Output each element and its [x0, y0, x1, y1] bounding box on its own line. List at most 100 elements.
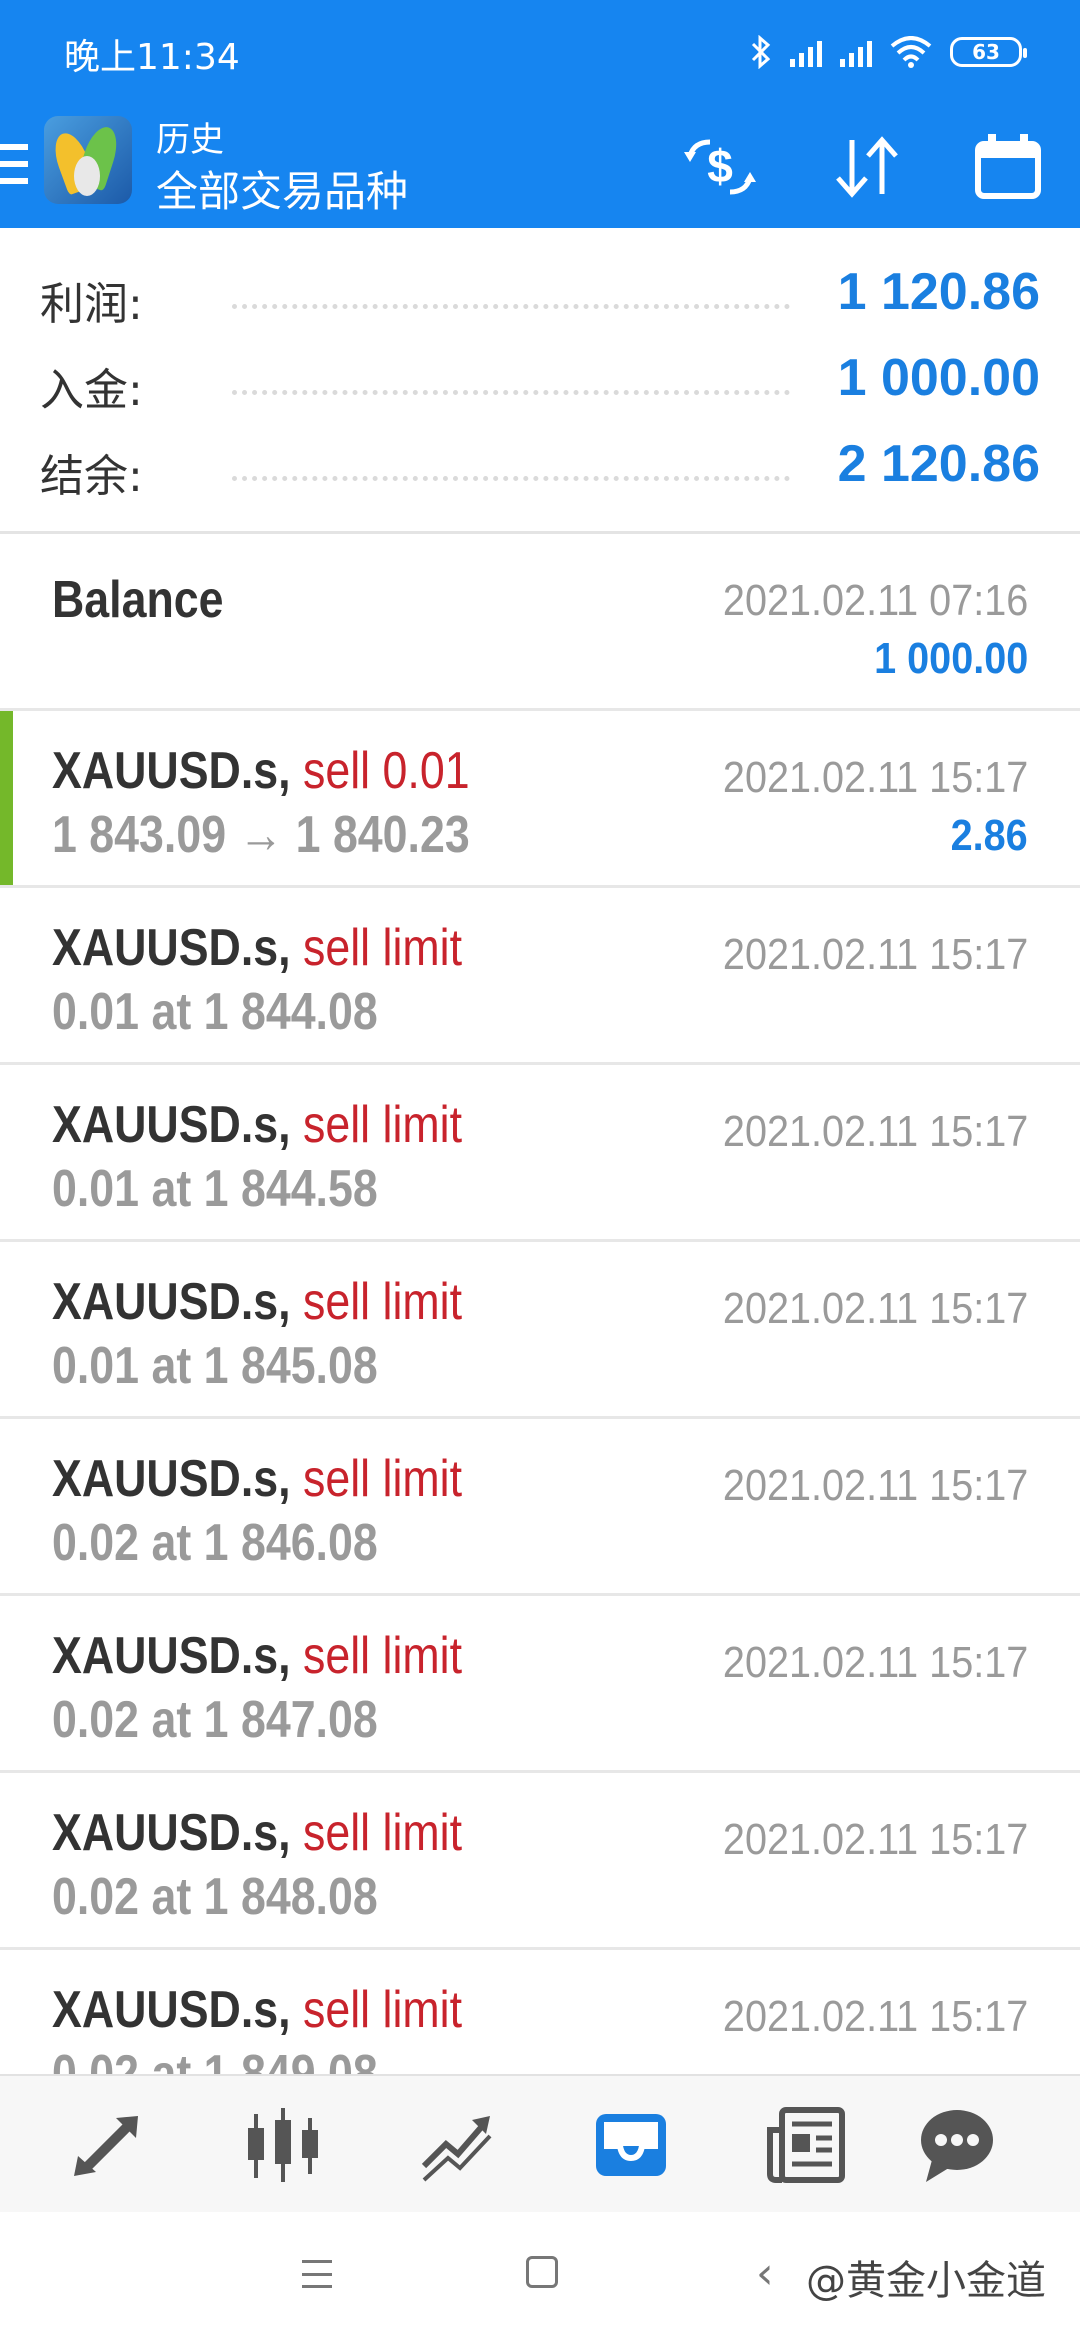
menu-icon[interactable]: [0, 144, 28, 184]
history-summary: 利润: 1 120.86 入金: 1 000.00 结余: 2 120.86: [0, 228, 1080, 534]
deal-date: 2021.02.11 15:17: [722, 1107, 1028, 1156]
dotted-leader: [232, 476, 790, 481]
deal-profit: 2.86: [950, 811, 1028, 860]
home-button[interactable]: [526, 2256, 558, 2288]
status-time: 晚上11:34: [64, 37, 240, 78]
deal-action: sell limit: [302, 919, 463, 977]
deal-detail: 1 843.09 → 1 840.23: [52, 806, 470, 864]
deal-symbol: XAUUSD.s,: [52, 919, 291, 977]
news-icon: [767, 2107, 845, 2183]
bottom-tab-bar: [0, 2074, 1080, 2212]
tab-quotes[interactable]: [64, 2100, 154, 2190]
deal-action: sell limit: [302, 1450, 463, 1508]
deal-title: XAUUSD.s, sell limit: [52, 1272, 462, 1332]
list-item[interactable]: XAUUSD.s, sell limit 0.01 at 1 845.08 20…: [0, 1242, 1080, 1419]
svg-text:$: $: [707, 140, 733, 192]
list-item[interactable]: XAUUSD.s, sell limit 0.02 at 1 848.08 20…: [0, 1773, 1080, 1950]
deal-date: 2021.02.11 15:17: [722, 1284, 1028, 1333]
profit-row: 利润: 1 120.86: [40, 260, 1040, 330]
history-icon: [596, 2114, 666, 2176]
list-item[interactable]: XAUUSD.s, sell limit 0.02 at 1 846.08 20…: [0, 1419, 1080, 1596]
deal-title: XAUUSD.s, sell limit: [52, 1449, 462, 1509]
sort-icon: [836, 136, 898, 198]
recent-apps-button[interactable]: [302, 2260, 332, 2288]
profit-value: 1 120.86: [837, 263, 1040, 321]
status-bar: 晚上11:34 63: [0, 0, 1080, 106]
deal-detail: 0.02 at 1 848.08: [52, 1868, 378, 1926]
tab-trade[interactable]: [412, 2100, 502, 2190]
signal-icon: [790, 37, 822, 67]
deal-date: 2021.02.11 15:17: [722, 1992, 1028, 2041]
dotted-leader: [232, 304, 790, 309]
deal-symbol: XAUUSD.s,: [52, 1627, 291, 1685]
system-nav-bar: ‹ @黄金小金道: [0, 2212, 1080, 2340]
profit-label: 利润:: [40, 279, 143, 330]
tab-chart[interactable]: [238, 2100, 328, 2190]
status-icons: 63: [750, 28, 1027, 76]
deposit-row: 入金: 1 000.00: [40, 346, 1040, 416]
deal-symbol: XAUUSD.s,: [52, 742, 291, 800]
deal-detail: 0.01 at 1 844.58: [52, 1160, 378, 1218]
bluetooth-icon: [751, 35, 771, 69]
trade-icon: [421, 2116, 492, 2182]
app-logo: [44, 116, 132, 204]
deal-symbol: XAUUSD.s,: [52, 1804, 291, 1862]
deal-symbol: XAUUSD.s,: [52, 1981, 291, 2039]
list-item[interactable]: XAUUSD.s, sell 0.01 1 843.09 → 1 840.23 …: [0, 711, 1080, 888]
deposit-filter-button[interactable]: $: [680, 132, 760, 202]
list-item[interactable]: XAUUSD.s, sell limit 0.01 at 1 844.58 20…: [0, 1065, 1080, 1242]
list-item[interactable]: XAUUSD.s, sell limit 0.01 at 1 844.08 20…: [0, 888, 1080, 1065]
deal-symbol: XAUUSD.s,: [52, 1450, 291, 1508]
dotted-leader: [232, 390, 790, 395]
deal-detail: 0.01 at 1 845.08: [52, 1337, 378, 1395]
symbol-filter[interactable]: 全部交易品种: [156, 158, 408, 219]
deal-date: 2021.02.11 15:17: [722, 1461, 1028, 1510]
balance-value: 2 120.86: [837, 435, 1040, 493]
deal-title: XAUUSD.s, sell limit: [52, 1095, 462, 1155]
deal-title: XAUUSD.s, sell 0.01: [52, 741, 470, 801]
dollar-arrows-icon: $: [684, 139, 756, 195]
deal-symbol: XAUUSD.s,: [52, 1273, 291, 1331]
list-item[interactable]: XAUUSD.s, sell limit 0.02 at 1 849.08 20…: [0, 1950, 1080, 2074]
deal-date: 2021.02.11 15:17: [722, 1638, 1028, 1687]
deal-detail: 0.02 at 1 846.08: [52, 1514, 378, 1572]
history-list[interactable]: Balance 2021.02.11 07:16 1 000.00 XAUUSD…: [0, 534, 1080, 2074]
deal-title: XAUUSD.s, sell limit: [52, 1980, 462, 2040]
deal-date: 2021.02.11 15:17: [722, 930, 1028, 979]
deal-title: XAUUSD.s, sell limit: [52, 1626, 462, 1686]
operation-amount: 1 000.00: [873, 634, 1028, 683]
list-item[interactable]: XAUUSD.s, sell limit 0.02 at 1 847.08 20…: [0, 1596, 1080, 1773]
list-item-balance[interactable]: Balance 2021.02.11 07:16 1 000.00: [0, 534, 1080, 711]
deal-detail: 0.02 at 1 847.08: [52, 1691, 378, 1749]
balance-row: 结余: 2 120.86: [40, 432, 1040, 502]
deal-date: 2021.02.11 15:17: [722, 1815, 1028, 1864]
deal-date: 2021.02.11 15:17: [722, 753, 1028, 802]
app-bar: 历史 全部交易品种 $: [0, 106, 1080, 228]
chart-icon: [248, 2108, 318, 2182]
balance-label: 结余:: [40, 451, 143, 502]
calendar-button[interactable]: [968, 132, 1048, 202]
deposit-value: 1 000.00: [837, 349, 1040, 407]
chat-icon: [921, 2110, 993, 2182]
quotes-icon: [74, 2116, 138, 2176]
battery-icon: 63: [950, 37, 1027, 67]
deal-detail: 0.01 at 1 844.08: [52, 983, 378, 1041]
tab-news[interactable]: [760, 2100, 850, 2190]
page-title: 历史: [156, 120, 224, 160]
back-button[interactable]: ‹: [756, 2252, 774, 2296]
deal-action: sell limit: [302, 1627, 463, 1685]
deal-action: sell 0.01: [302, 742, 470, 800]
tab-history[interactable]: [586, 2100, 676, 2190]
wifi-icon: [890, 36, 932, 68]
tab-chat[interactable]: [912, 2100, 1002, 2190]
deal-title: XAUUSD.s, sell limit: [52, 918, 462, 978]
deposit-label: 入金:: [40, 365, 143, 416]
deal-action: sell limit: [302, 1273, 463, 1331]
operation-title: Balance: [52, 571, 224, 629]
deal-title: XAUUSD.s, sell limit: [52, 1803, 462, 1863]
deal-action: sell limit: [302, 1981, 463, 2039]
signal-icon-2: [840, 37, 872, 67]
sort-button[interactable]: [826, 132, 906, 202]
deal-action: sell limit: [302, 1804, 463, 1862]
watermark: @黄金小金道: [806, 2258, 1046, 2304]
